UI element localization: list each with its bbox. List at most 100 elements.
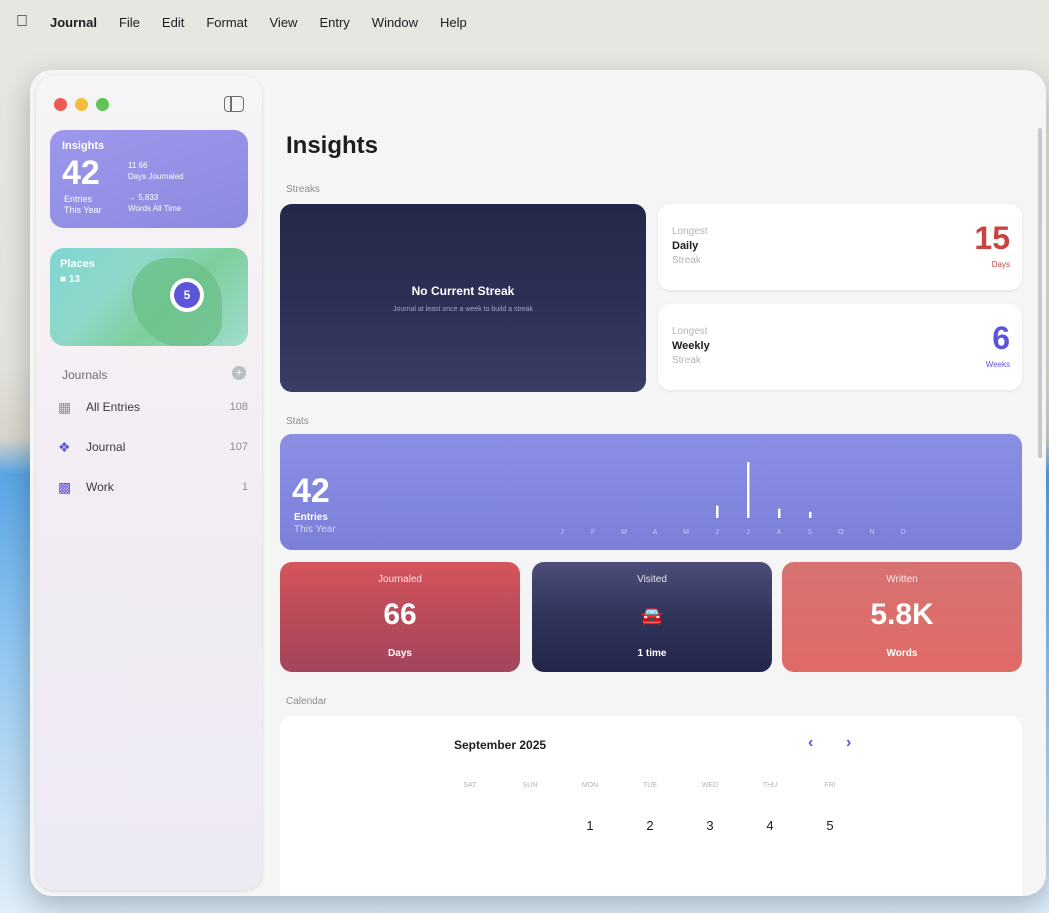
streak-subtitle: Journal at least once a week to build a …	[392, 306, 534, 313]
stats-month-label: A	[653, 529, 658, 536]
stats-month-label: J	[746, 529, 750, 536]
page-title: Insights	[286, 132, 379, 159]
map-pin-count: 5	[174, 282, 200, 308]
streak-headline: No Current Streak	[411, 284, 515, 298]
menu-view[interactable]: View	[270, 15, 298, 30]
menu-edit[interactable]: Edit	[162, 15, 184, 30]
weekday-label: SAT	[463, 782, 477, 789]
written-tile[interactable]: Written 5.8K Words	[782, 562, 1022, 672]
window-controls	[54, 98, 109, 111]
menu-bar:  Journal File Edit Format View Entry Wi…	[0, 0, 1049, 44]
places-count: ■ 13	[60, 274, 80, 285]
streaks-label: Streaks	[286, 184, 320, 195]
longest-weekly-line2: Weekly	[672, 340, 710, 352]
weekday-label: TUE	[643, 782, 657, 789]
places-card[interactable]: Places ■ 13 5	[50, 248, 248, 346]
journals-header: Journals	[62, 368, 108, 382]
journaled-title: Journaled	[378, 574, 422, 585]
stats-bar	[747, 462, 750, 518]
stats-month-label: M	[621, 529, 627, 536]
insights-days: 11 66 Days Journaled	[128, 161, 184, 181]
stats-month-label: A	[777, 529, 782, 536]
stats-label: Stats	[286, 416, 309, 427]
main-content: Insights Streaks No Current Streak Journ…	[280, 70, 1040, 896]
written-value: 5.8K	[870, 598, 934, 631]
map-icon: ▩	[58, 479, 72, 495]
menu-app[interactable]: Journal	[50, 15, 97, 30]
written-title: Written	[886, 574, 918, 585]
scrollbar[interactable]	[1038, 128, 1042, 458]
sidebar-item-count: 1	[241, 481, 248, 493]
insights-card-title: Insights	[62, 140, 105, 152]
longest-daily-line3: Streak	[672, 255, 701, 266]
sidebar-item-journal[interactable]: ❖ Journal 107	[58, 436, 248, 458]
journaled-unit: Days	[388, 648, 412, 659]
weekday-label: FRI	[824, 782, 836, 789]
journaled-tile[interactable]: Journaled 66 Days	[280, 562, 520, 672]
stats-month-label: O	[838, 529, 844, 536]
stats-month-label: F	[591, 529, 595, 536]
calendar-day[interactable]: 4	[750, 818, 790, 833]
calendar-card: September 2025 ‹ › SAT SUN MON TUE WED T…	[280, 716, 1022, 896]
sidebar-item-label: Journal	[86, 440, 126, 454]
menu-window[interactable]: Window	[372, 15, 418, 30]
sidebar-item-count: 108	[229, 401, 248, 413]
stats-month-label: J	[560, 529, 564, 536]
calendar-day[interactable]: 2	[630, 818, 670, 833]
longest-daily-unit: Days	[991, 260, 1010, 269]
calendar-month: September 2025	[454, 738, 547, 752]
insights-card[interactable]: Insights 42 Entries This Year 11 66 Days…	[50, 130, 248, 228]
longest-daily-card[interactable]: Longest Daily Streak 15 Days	[658, 204, 1022, 290]
apple-icon[interactable]: 	[16, 13, 28, 31]
weekday-label: THU	[762, 782, 778, 789]
minimize-button[interactable]	[75, 98, 88, 111]
sidebar-toggle-icon[interactable]	[224, 96, 244, 112]
current-streak-card[interactable]: No Current Streak Journal at least once …	[280, 204, 646, 392]
visited-tile[interactable]: Visited 🚘 1 time	[532, 562, 772, 672]
calendar-day[interactable]: 5	[810, 818, 850, 833]
menu-entry[interactable]: Entry	[319, 15, 349, 30]
chevron-left-icon[interactable]: ‹	[808, 734, 813, 752]
calendar-label: Calendar	[286, 696, 327, 707]
written-unit: Words	[886, 648, 918, 659]
close-button[interactable]	[54, 98, 67, 111]
visited-unit: 1 time	[637, 648, 667, 659]
sidebar-item-work[interactable]: ▩ Work 1	[58, 476, 248, 498]
menu-file[interactable]: File	[119, 15, 140, 30]
stats-bar	[809, 511, 812, 518]
stats-month-label: N	[869, 529, 874, 536]
stats-month-label: S	[808, 529, 813, 536]
stats-month-label: D	[900, 529, 905, 536]
longest-daily-line2: Daily	[672, 240, 699, 252]
stats-month-label: J	[715, 529, 719, 536]
places-title: Places	[60, 258, 95, 270]
sidebar-item-label: Work	[86, 480, 114, 494]
zoom-button[interactable]	[96, 98, 109, 111]
insights-entries-count: 42	[62, 154, 100, 192]
sidebar-item-label: All Entries	[86, 400, 141, 414]
menu-format[interactable]: Format	[206, 15, 247, 30]
menu-help[interactable]: Help	[440, 15, 467, 30]
journal-window: Insights 42 Entries This Year 11 66 Days…	[30, 70, 1046, 896]
map-pin-icon[interactable]: 5	[170, 278, 204, 312]
weekday-label: MON	[581, 782, 599, 789]
butterfly-icon: ❖	[58, 439, 71, 455]
longest-weekly-unit: Weeks	[985, 360, 1010, 369]
insights-words: → 5,833 Words All Time	[128, 193, 182, 213]
insights-entries-label: Entries This Year	[64, 194, 102, 215]
weekday-label: WED	[701, 782, 719, 789]
add-journal-icon[interactable]: +	[232, 366, 246, 380]
longest-daily-line1: Longest	[672, 226, 708, 237]
calendar-day[interactable]: 1	[570, 818, 610, 833]
chevron-right-icon[interactable]: ›	[846, 734, 851, 752]
stats-bar	[778, 508, 781, 518]
car-icon: 🚘	[640, 606, 664, 626]
longest-weekly-card[interactable]: Longest Weekly Streak 6 Weeks	[658, 304, 1022, 390]
stats-monthly-chart: JFMAMJJASOND	[560, 462, 906, 536]
sidebar-item-count: 107	[229, 441, 248, 453]
sidebar-item-all-entries[interactable]: ▦ All Entries 108	[58, 396, 248, 418]
weekday-label: SUN	[522, 782, 538, 789]
journaled-value: 66	[383, 598, 417, 631]
calendar-day[interactable]: 3	[690, 818, 730, 833]
stats-card[interactable]: 42 Entries This Year JFMAMJJASOND	[280, 434, 1022, 550]
